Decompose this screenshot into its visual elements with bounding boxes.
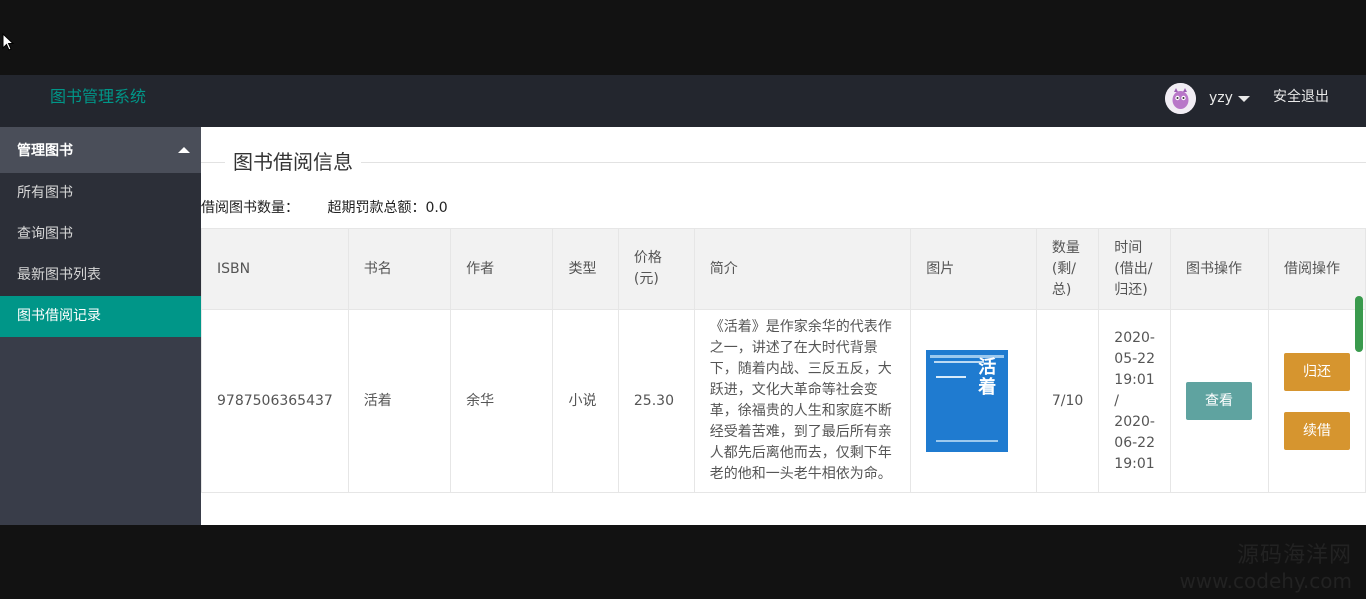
username[interactable]: yzy [1209, 90, 1233, 106]
borrow-table: ISBN 书名 作者 类型 价格(元) 简介 图片 数量(剩/总) 时间(借出/… [201, 228, 1366, 493]
cell-author: 余华 [450, 309, 554, 493]
column-header: 作者 [450, 228, 554, 310]
column-header: 图片 [910, 228, 1037, 310]
return-button[interactable]: 归还 [1283, 352, 1350, 391]
column-header: 书名 [347, 228, 452, 310]
sidebar-item-search-books[interactable]: 查询图书 [0, 214, 201, 255]
table-header-row: ISBN 书名 作者 类型 价格(元) 简介 图片 数量(剩/总) 时间(借出/… [201, 228, 1366, 310]
book-cover-image: 活着 [926, 350, 1009, 452]
column-header: 价格(元) [617, 228, 695, 310]
watermark-line1: 源码海洋网 [1236, 543, 1352, 568]
sidebar: 管理图书 所有图书 查询图书 最新图书列表 图书借阅记录 [0, 127, 201, 525]
column-header: 借阅操作 [1267, 228, 1366, 310]
sidebar-item-all-books[interactable]: 所有图书 [0, 173, 201, 214]
column-header: 时间(借出/归还) [1098, 228, 1171, 310]
sidebar-item-borrow-records[interactable]: 图书借阅记录 [0, 296, 201, 337]
cell-intro: 《活着》是作家余华的代表作之一，讲述了在大时代背景下，随着内战、三反五反，大跃进… [693, 309, 912, 493]
column-header: 图书操作 [1169, 228, 1269, 310]
page-title: 图书借阅信息 [225, 149, 361, 175]
cell-time: 2020-05-22 19:01 / 2020-06-22 19:01 [1098, 309, 1171, 493]
user-avatar-icon [1165, 82, 1196, 114]
cell-cover: 活着 [910, 309, 1037, 493]
watermark: 源码海洋网 www.codehy.com [1162, 543, 1352, 593]
cell-book-actions: 查看 [1169, 309, 1269, 493]
table-row: 9787506365437 活着 余华 小说 25.30 《活着》是作家余华的代… [201, 309, 1366, 493]
borrow-stats: 借阅图书数量： 超期罚款总额：0.0 [201, 198, 1366, 218]
fine-total-label: 超期罚款总额： [327, 200, 426, 216]
cell-price: 25.30 [617, 309, 695, 493]
cell-title: 活着 [347, 309, 452, 493]
app-title[interactable]: 图书管理系统 [50, 75, 146, 119]
mouse-cursor-icon [2, 33, 14, 51]
sidebar-group-label: 管理图书 [17, 143, 73, 159]
column-header: ISBN [201, 228, 349, 310]
sidebar-item-latest-books[interactable]: 最新图书列表 [0, 255, 201, 296]
sidebar-group-manage-books[interactable]: 管理图书 [0, 127, 201, 173]
borrow-count-label: 借阅图书数量： [201, 200, 299, 216]
top-header: 图书管理系统 yzy 安全退出 [0, 75, 1366, 127]
view-button[interactable]: 查看 [1185, 382, 1252, 420]
column-header: 类型 [552, 228, 619, 310]
chevron-down-icon[interactable] [1237, 96, 1250, 102]
chevron-up-icon [178, 147, 190, 153]
column-header: 简介 [693, 228, 912, 310]
column-header: 数量(剩/总) [1035, 228, 1100, 310]
avatar[interactable] [1165, 82, 1196, 114]
cell-isbn: 9787506365437 [201, 309, 349, 493]
cell-quantity: 7/10 [1035, 309, 1100, 493]
logout-link[interactable]: 安全退出 [1273, 75, 1329, 119]
app-window: 图书管理系统 yzy 安全退出 管理图书 所有图书 查询图书 最新图书列表 图书… [0, 75, 1366, 525]
watermark-line2: www.codehy.com [1179, 569, 1352, 593]
user-menu[interactable]: yzy [1165, 82, 1250, 114]
main-content: 图书借阅信息 借阅图书数量： 超期罚款总额：0.0 ISBN 书名 作者 类型 … [201, 127, 1366, 525]
cell-type: 小说 [552, 309, 619, 493]
book-cover-title: 活着 [978, 357, 997, 398]
scrollbar[interactable] [1355, 296, 1363, 352]
fine-total-value: 0.0 [425, 200, 448, 216]
renew-button[interactable]: 续借 [1283, 411, 1350, 450]
legend-divider [201, 162, 1366, 163]
cell-borrow-actions: 归还 续借 [1267, 309, 1366, 493]
